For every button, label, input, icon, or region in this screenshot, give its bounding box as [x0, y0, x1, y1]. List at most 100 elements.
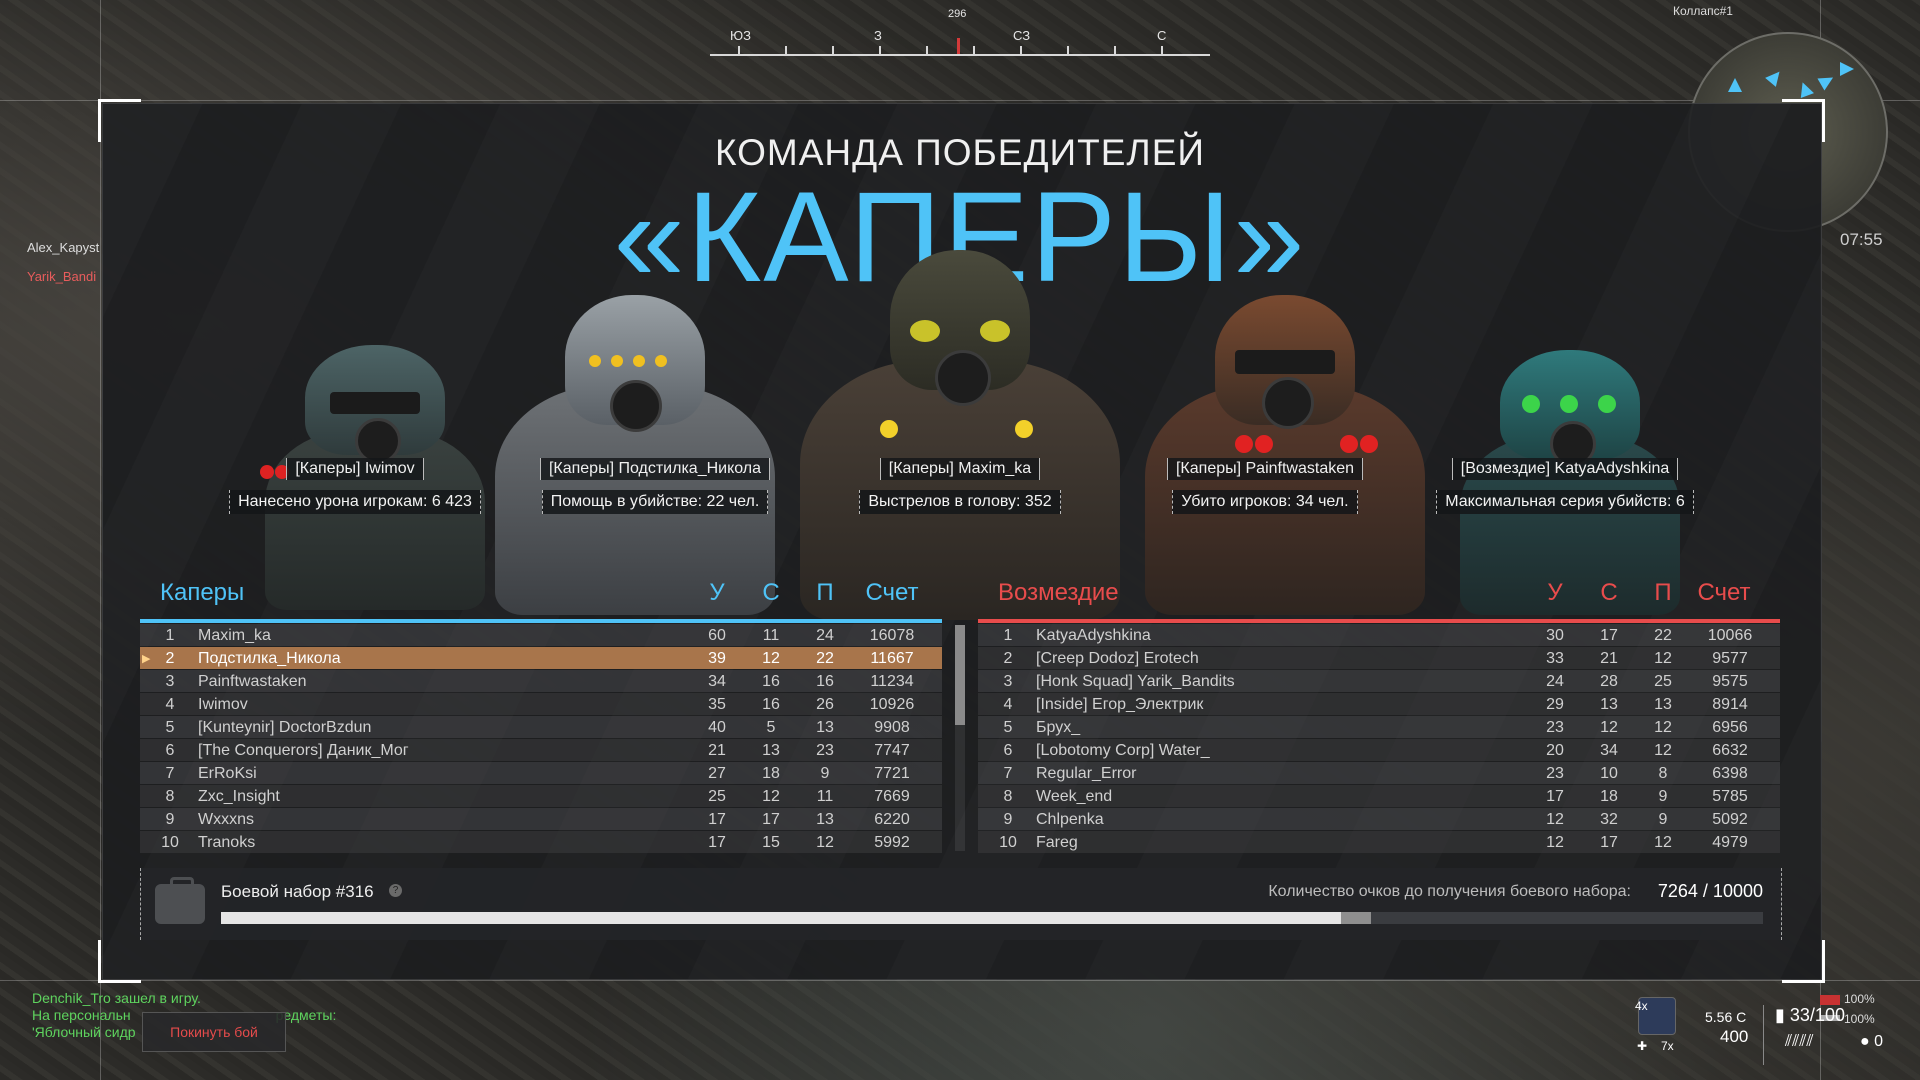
score-cell: 7669 [874, 788, 910, 805]
assists-cell: 9 [1658, 788, 1668, 805]
table-row[interactable]: 5 Брух_ 23 12 12 6956 [978, 716, 1780, 738]
compass-tick [738, 46, 740, 54]
col-deaths: С [762, 579, 780, 606]
player-name-cell: ErRoKsi [198, 765, 257, 782]
score-cell: 6632 [1712, 742, 1748, 759]
leave-battle-button[interactable]: Покинуть бой [142, 1012, 286, 1052]
player-name-cell: [Inside] Егор_Электрик [1036, 696, 1204, 713]
table-row[interactable]: 9 Chlpenka 12 32 9 5092 [978, 808, 1780, 830]
kills-cell: 12 [1546, 811, 1564, 828]
soldier-figure [790, 250, 1130, 620]
table-row[interactable]: 6 [Lobotomy Corp] Water_ 20 34 12 6632 [978, 739, 1780, 761]
health-percent: 100% [1844, 992, 1875, 1006]
score-cell: 10066 [1707, 627, 1753, 644]
table-row[interactable]: 6 [The Conquerors] Даник_Мог 21 13 23 7747 [140, 739, 942, 761]
rank-cell: 5 [1003, 719, 1013, 736]
compass-label: СЗ [1013, 28, 1031, 43]
kit-points-label: Количество очков до получения боевого на… [1268, 883, 1631, 900]
table-row[interactable]: 9 Wxxxns 17 17 13 6220 [140, 808, 942, 830]
rank-cell: 1 [1003, 627, 1013, 644]
rank-cell: 1 [165, 627, 175, 644]
rank-cell: 8 [1003, 788, 1013, 805]
assists-cell: 9 [820, 765, 830, 782]
info-icon[interactable]: ? [389, 884, 402, 897]
table-row[interactable]: 7 Regular_Error 23 10 8 6398 [978, 762, 1780, 784]
deaths-cell: 17 [1600, 627, 1618, 644]
hud-line [0, 980, 1920, 981]
table-row[interactable]: 1 Maxim_ka 60 11 24 16078 [140, 624, 942, 646]
table-row[interactable]: 10 Fareg 12 17 12 4979 [978, 831, 1780, 853]
score-cell: 9575 [1712, 673, 1748, 690]
table-row[interactable]: 3 [Honk Squad] Yarik_Bandits 24 28 25 9575 [978, 670, 1780, 692]
assists-cell: 26 [816, 696, 834, 713]
scrollbar[interactable] [955, 625, 965, 851]
chat-line-text: На персональн [32, 1007, 131, 1023]
deaths-cell: 5 [766, 719, 776, 736]
kills-cell: 23 [1546, 765, 1564, 782]
deaths-cell: 28 [1600, 673, 1618, 690]
player-name-cell: Wxxxns [198, 811, 254, 828]
score-cell: 5785 [1712, 788, 1748, 805]
player-name-cell: [Lobotomy Corp] Water_ [1036, 742, 1210, 759]
current-player-arrow-icon: ▶ [142, 653, 151, 665]
kills-cell: 35 [708, 696, 726, 713]
kills-cell: 30 [1546, 627, 1564, 644]
bullet-icon: ▮ [1775, 1005, 1790, 1025]
deaths-cell: 21 [1600, 650, 1618, 667]
table-row[interactable]: ▶ 2 Подстилка_Никола 39 12 22 11667 [140, 647, 942, 669]
compass: 296 ЮЗ З СЗ С [710, 8, 1210, 78]
table-row[interactable]: 3 Painftwastaken 34 16 16 11234 [140, 670, 942, 692]
table-row[interactable]: 8 Zxc_Insight 25 12 11 7669 [140, 785, 942, 807]
ally-marker-icon [1817, 71, 1837, 91]
scrollbar-thumb[interactable] [955, 625, 965, 725]
assists-cell: 12 [1654, 650, 1672, 667]
deaths-cell: 12 [762, 650, 780, 667]
assists-cell: 12 [816, 834, 834, 851]
panel-corner [1782, 940, 1825, 983]
col-assists: П [816, 579, 834, 606]
player-name-cell: Chlpenka [1036, 811, 1104, 828]
kills-cell: 12 [1546, 834, 1564, 851]
table-row[interactable]: 4 Iwimov 35 16 26 10926 [140, 693, 942, 715]
table-row[interactable]: 4 [Inside] Егор_Электрик 29 13 13 8914 [978, 693, 1780, 715]
compass-label: ЮЗ [730, 28, 751, 43]
map-label: Коллапс#1 [1673, 4, 1733, 18]
kills-cell: 33 [1546, 650, 1564, 667]
kills-cell: 27 [708, 765, 726, 782]
score-cell: 4979 [1712, 834, 1748, 851]
table-row[interactable]: 2 [Creep Dodoz] Erotech 33 21 12 9577 [978, 647, 1780, 669]
table-row[interactable]: 8 Week_end 17 18 9 5785 [978, 785, 1780, 807]
team-left-table: 1 Maxim_ka 60 11 24 16078 ▶ 2 Подстилка_Никола 39… [140, 624, 942, 854]
player-name-cell: Painftwastaken [198, 673, 307, 690]
player-name-cell: Fareg [1036, 834, 1078, 851]
table-row[interactable]: 10 Tranoks 17 15 12 5992 [140, 831, 942, 853]
kit-progress-track [221, 912, 1763, 924]
award-player-name: [Возмездие] KatyaAdyshkina [1451, 458, 1679, 480]
award-player-name: [Каперы] Iwimov [286, 458, 424, 480]
player-name-cell: Iwimov [198, 696, 248, 713]
player-name-cell: Maxim_ka [198, 627, 271, 644]
rank-cell: 4 [1003, 696, 1013, 713]
kills-cell: 40 [708, 719, 726, 736]
compass-label: С [1157, 28, 1167, 43]
score-cell: 7747 [874, 742, 910, 759]
rank-cell: 3 [165, 673, 175, 690]
player-name-cell: Zxc_Insight [198, 788, 280, 805]
score-cell: 16078 [869, 627, 915, 644]
ammo-count: 33/100 [1789, 1005, 1845, 1025]
soldier-figure [1140, 295, 1430, 615]
player-name-cell: Week_end [1036, 788, 1113, 805]
col-kills: У [1547, 579, 1563, 606]
battle-kit-bar: Боевой набор #316 ? Количество очков до … [140, 868, 1782, 940]
col-kills: У [709, 579, 725, 606]
team-left-title: Каперы [160, 579, 245, 606]
table-row[interactable]: 1 KatyaAdyshkina 30 17 22 10066 [978, 624, 1780, 646]
table-row[interactable]: 7 ErRoKsi 27 18 9 7721 [140, 762, 942, 784]
deaths-cell: 12 [762, 788, 780, 805]
kills-cell: 39 [708, 650, 726, 667]
team-right-table: 1 KatyaAdyshkina 30 17 22 10066 2 [Creep Dodoz]… [978, 624, 1780, 854]
score-cell: 6956 [1712, 719, 1748, 736]
rank-cell: 10 [161, 834, 179, 851]
team-left-line [140, 619, 942, 623]
table-row[interactable]: 5 [Kunteynir] DoctorBzdun 40 5 13 9908 [140, 716, 942, 738]
